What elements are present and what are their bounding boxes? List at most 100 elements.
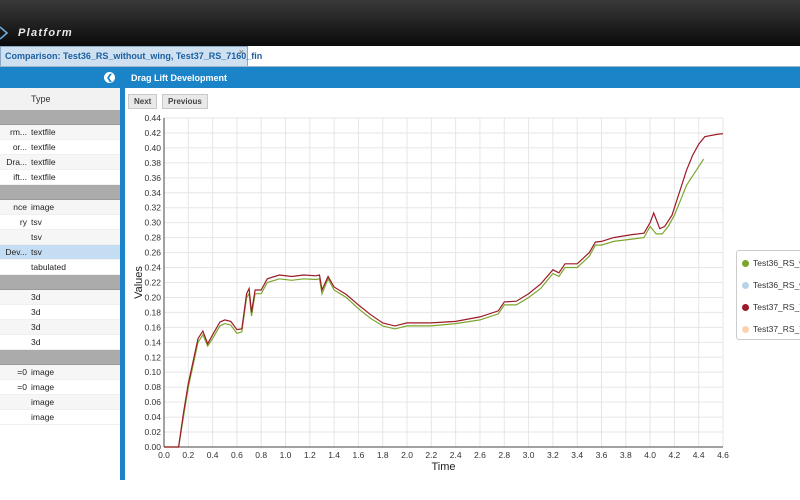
x-tick-label: 0.6 bbox=[231, 450, 243, 460]
legend-item[interactable]: Test37_RS_7 bbox=[742, 324, 800, 338]
platform-logo-icon bbox=[0, 26, 8, 40]
list-item[interactable]: =0 image bbox=[0, 380, 120, 395]
list-item[interactable]: 3d bbox=[0, 290, 120, 305]
x-tick-label: 2.0 bbox=[401, 450, 413, 460]
list-item[interactable]: tsv bbox=[0, 230, 120, 245]
logo-text: Platform bbox=[18, 27, 74, 39]
y-tick-label: 0.30 bbox=[144, 218, 161, 228]
list-item[interactable]: =0 image bbox=[0, 365, 120, 380]
group-header-row[interactable] bbox=[0, 350, 120, 365]
y-tick-label: 0.04 bbox=[144, 412, 161, 422]
column-header-type[interactable]: Type bbox=[31, 94, 51, 104]
y-tick-label: 0.28 bbox=[144, 233, 161, 243]
x-tick-label: 4.0 bbox=[644, 450, 656, 460]
list-item-type: 3d bbox=[31, 292, 41, 302]
tab-comparison[interactable]: Comparison: Test36_RS_without_wing, Test… bbox=[0, 46, 262, 66]
list-item-name: ift... bbox=[13, 172, 27, 182]
legend-item[interactable]: Test36_RS_w bbox=[742, 258, 800, 272]
list-item[interactable]: ift... textfile bbox=[0, 170, 120, 185]
legend-label: Test36_RS_w bbox=[753, 258, 800, 268]
x-tick-label: 3.4 bbox=[571, 450, 583, 460]
list-item-name: =0 bbox=[17, 382, 27, 392]
chart-legend: Test36_RS_w Test36_RS_w Test37_RS_7 Test37_… bbox=[736, 250, 800, 340]
previous-button[interactable]: Previous bbox=[162, 94, 208, 109]
series-line bbox=[164, 133, 724, 448]
line-chart: 0.0 0.2 0.4 0.6 0.8 1.0 1.2 1.4 1.6 1.8 2.0 2.2 2.4 2… bbox=[133, 113, 729, 473]
legend-label: Test36_RS_w bbox=[753, 280, 800, 290]
tab-label: Comparison: Test36_RS_without_wing, Test… bbox=[5, 51, 263, 61]
list-item-name: Dra... bbox=[6, 157, 27, 167]
collapse-button[interactable]: ❮ bbox=[104, 72, 115, 83]
x-tick-label: 1.2 bbox=[304, 450, 316, 460]
list-item-type: image bbox=[31, 367, 55, 377]
list-item-name: or... bbox=[12, 142, 27, 152]
list-item-type: image bbox=[31, 202, 55, 212]
list-item[interactable]: ry tsv bbox=[0, 215, 120, 230]
right-panel-header: Drag Lift Development bbox=[125, 67, 800, 88]
list-item-type: tsv bbox=[31, 247, 42, 257]
list-item[interactable]: image bbox=[0, 410, 120, 425]
list-item-type: 3d bbox=[31, 322, 41, 332]
list-item[interactable]: Dev... tsv bbox=[0, 245, 120, 260]
next-button[interactable]: Next bbox=[128, 94, 158, 109]
y-tick-label: 0.06 bbox=[144, 397, 161, 407]
x-tick-label: 3.6 bbox=[596, 450, 608, 460]
list-item[interactable]: 3d bbox=[0, 305, 120, 320]
group-header-row[interactable] bbox=[0, 185, 120, 200]
y-tick-label: 0.10 bbox=[144, 367, 161, 377]
y-tick-label: 0.00 bbox=[144, 442, 161, 452]
legend-item[interactable]: Test36_RS_w bbox=[742, 280, 800, 294]
legend-swatch bbox=[742, 282, 749, 290]
y-tick-label: 0.38 bbox=[144, 158, 161, 168]
file-list: rm... textfile or... textfile Dra... textfile… bbox=[0, 110, 120, 425]
x-tick-label: 1.0 bbox=[280, 450, 292, 460]
x-tick-label: 2.4 bbox=[450, 450, 462, 460]
list-item[interactable]: or... textfile bbox=[0, 140, 120, 155]
x-tick-label: 2.8 bbox=[498, 450, 510, 460]
logo: Platform bbox=[0, 26, 73, 40]
close-icon[interactable]: × bbox=[239, 47, 244, 57]
y-tick-label: 0.02 bbox=[144, 427, 161, 437]
y-tick-label: 0.40 bbox=[144, 143, 161, 153]
list-item[interactable]: tabulated bbox=[0, 260, 120, 275]
list-item-type: textfile bbox=[31, 127, 56, 137]
y-tick-label: 0.36 bbox=[144, 173, 161, 183]
legend-item[interactable]: Test37_RS_7 bbox=[742, 302, 800, 316]
list-item-type: textfile bbox=[31, 157, 56, 167]
column-header: Type bbox=[0, 88, 120, 111]
group-header-row[interactable] bbox=[0, 275, 120, 290]
x-tick-label: 1.8 bbox=[377, 450, 389, 460]
x-tick-label: 0.4 bbox=[207, 450, 219, 460]
legend-swatch bbox=[742, 304, 749, 312]
y-tick-label: 0.34 bbox=[144, 188, 161, 198]
list-item-type: textfile bbox=[31, 142, 56, 152]
x-tick-label: 1.4 bbox=[328, 450, 340, 460]
x-tick-label: 0.8 bbox=[255, 450, 267, 460]
x-tick-label: 4.2 bbox=[668, 450, 680, 460]
list-item[interactable]: nce image bbox=[0, 200, 120, 215]
list-item[interactable]: rm... textfile bbox=[0, 125, 120, 140]
list-item[interactable]: Dra... textfile bbox=[0, 155, 120, 170]
y-axis-label: Values bbox=[133, 266, 145, 299]
list-item-type: tabulated bbox=[31, 262, 66, 272]
list-item[interactable]: image bbox=[0, 395, 120, 410]
list-item[interactable]: 3d bbox=[0, 335, 120, 350]
list-item-name: =0 bbox=[17, 367, 27, 377]
y-tick-label: 0.14 bbox=[144, 337, 161, 347]
top-bar: Platform bbox=[0, 0, 800, 46]
list-item-type: tsv bbox=[31, 232, 42, 242]
tab-strip: Comparison: Test36_RS_without_wing, Test… bbox=[0, 46, 800, 67]
chevron-left-icon: ❮ bbox=[106, 73, 113, 82]
group-header-row[interactable] bbox=[0, 110, 120, 125]
x-tick-label: 1.6 bbox=[353, 450, 365, 460]
legend-label: Test37_RS_7 bbox=[753, 324, 800, 334]
y-tick-label: 0.32 bbox=[144, 203, 161, 213]
list-item[interactable]: 3d bbox=[0, 320, 120, 335]
x-tick-label: 4.4 bbox=[693, 450, 705, 460]
legend-label: Test37_RS_7 bbox=[753, 302, 800, 312]
y-tick-label: 0.44 bbox=[144, 113, 161, 123]
x-tick-label: 4.6 bbox=[717, 450, 729, 460]
x-axis-label: Time bbox=[431, 461, 455, 473]
list-item-name: Dev... bbox=[5, 247, 27, 257]
y-tick-label: 0.20 bbox=[144, 292, 161, 302]
